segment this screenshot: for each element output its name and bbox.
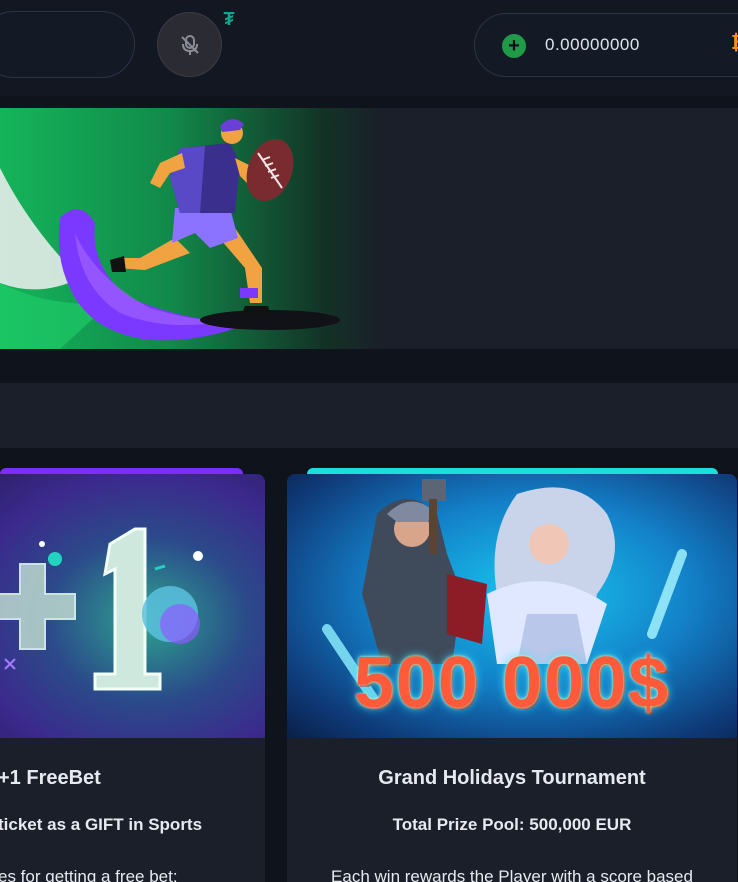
microphone-off-icon — [180, 34, 199, 55]
football-player-illustration — [0, 118, 340, 349]
tether-icon: ₮ — [223, 9, 235, 29]
promo-subtitle: ticket as a GIFT in Sports — [0, 815, 203, 834]
balance-amount: 0.00000000 — [545, 35, 640, 54]
bitcoin-icon: ₿ — [731, 32, 738, 55]
sports-banner[interactable] — [0, 108, 738, 349]
promo-card-freebet[interactable]: +1 FreeBet ticket as a GIFT in Sports es… — [0, 474, 265, 882]
prize-amount-graphic: 500 000$ — [353, 643, 671, 723]
balance-widget[interactable]: + 0.00000000 ₿ — [474, 13, 738, 77]
promo-image-freebet — [0, 474, 265, 738]
promo-image-tournament: 500 000$ — [287, 474, 737, 738]
plus-one-graphic — [0, 527, 203, 691]
top-header: ₮ + 0.00000000 ₿ — [0, 0, 738, 96]
promo-card-tournament[interactable]: 500 000$ Grand Holidays Tournament Total… — [287, 474, 737, 882]
search-field[interactable] — [0, 11, 135, 78]
promo-subtitle: Total Prize Pool: 500,000 EUR — [392, 815, 632, 834]
deposit-plus-button[interactable]: + — [502, 34, 526, 58]
page: ₮ + 0.00000000 ₿ — [0, 0, 738, 882]
promo-title: +1 FreeBet — [0, 767, 101, 789]
mute-button[interactable] — [157, 12, 222, 77]
promo-description: Each win rewards the Player with a score… — [331, 867, 693, 882]
promotions-filter-bar — [0, 383, 738, 448]
promo-title: Grand Holidays Tournament — [378, 767, 646, 789]
promo-description: es for getting a free bet: — [0, 867, 178, 882]
